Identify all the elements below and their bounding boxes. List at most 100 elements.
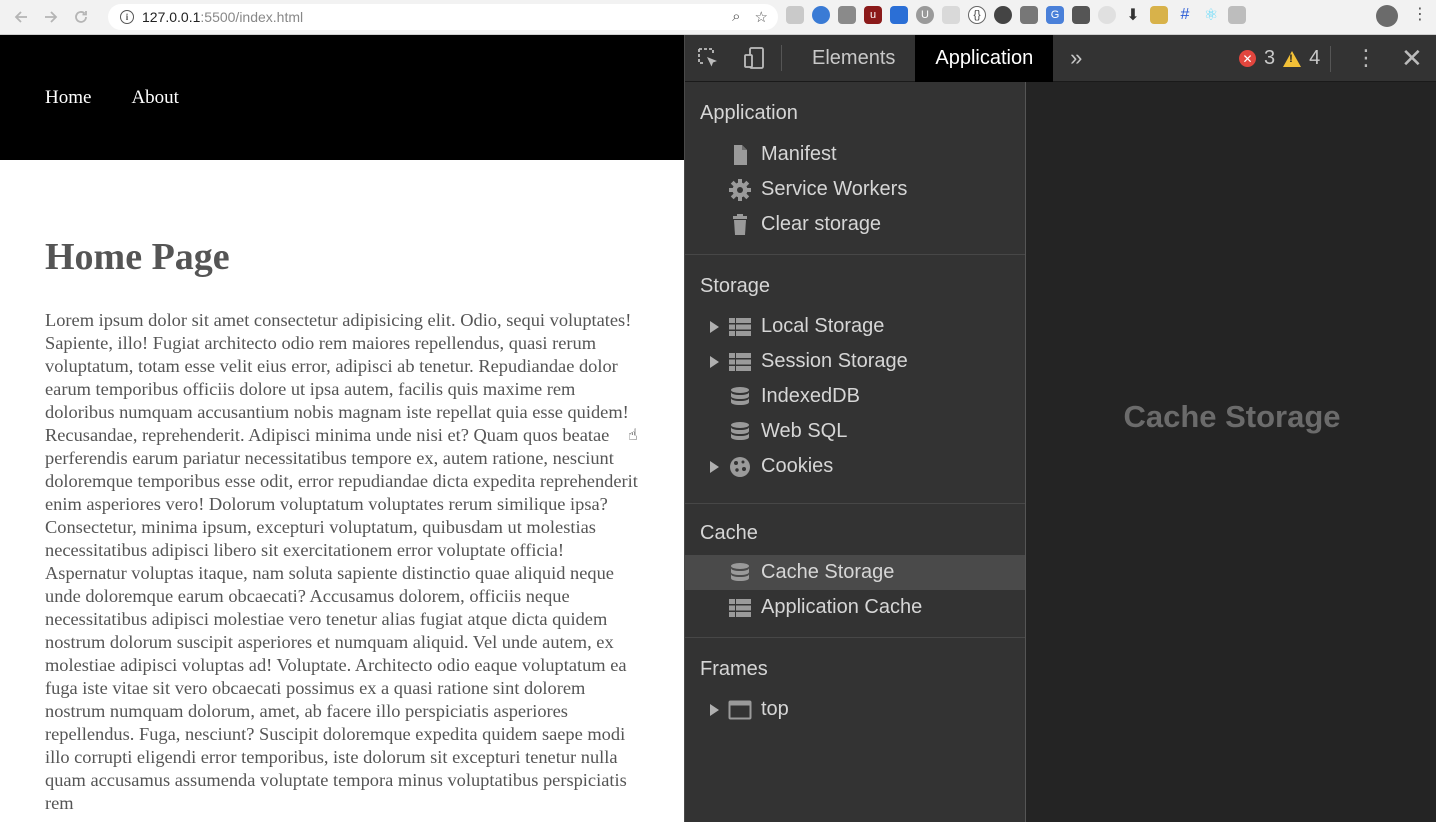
expand-triangle-icon[interactable] <box>710 320 719 333</box>
sidebar-item-label: Session Storage <box>761 350 908 372</box>
download-icon[interactable]: ⬇ <box>1124 6 1142 24</box>
arrow-right-icon <box>45 11 58 23</box>
application-sidebar: Application Manifest Service Workers Cle… <box>685 82 1026 822</box>
eyedropper-icon[interactable] <box>890 6 908 24</box>
sidebar-item-label: IndexedDB <box>761 385 860 407</box>
toolbar-divider <box>781 45 782 71</box>
console-counts[interactable]: ✕ 3 ! 4 <box>1239 35 1320 82</box>
refresh-extension-icon[interactable] <box>994 6 1012 24</box>
devtools-menu-icon[interactable]: ⋮ <box>1355 45 1377 71</box>
url-path: :5500/index.html <box>200 9 304 25</box>
database-icon <box>728 420 752 444</box>
frame-extension-icon[interactable]: # <box>1176 6 1194 24</box>
tab-elements[interactable]: Elements <box>792 35 915 82</box>
ublock-icon[interactable]: u <box>864 6 882 24</box>
expand-triangle-icon[interactable] <box>710 703 719 716</box>
section-header-storage: Storage <box>700 274 771 297</box>
grid-icon <box>728 315 752 339</box>
database-icon <box>728 561 752 585</box>
sidebar-item-cookies[interactable]: Cookies <box>685 449 1025 484</box>
shield-extension-icon[interactable] <box>1020 6 1038 24</box>
sidebar-item-web-sql[interactable]: Web SQL <box>685 414 1025 449</box>
close-icon[interactable]: ✕ <box>1401 43 1423 74</box>
inbox-extension-icon[interactable] <box>1150 6 1168 24</box>
extensions-bar: u U {} G ⬇ # ⚛ <box>786 6 1246 24</box>
sidebar-item-label: Manifest <box>761 143 837 165</box>
sidebar-item-label: Web SQL <box>761 420 848 442</box>
sidebar-item-frame-top[interactable]: top <box>685 692 1025 727</box>
back-button[interactable] <box>10 6 32 28</box>
sidebar-item-label: Service Workers <box>761 178 908 200</box>
sidebar-item-session-storage[interactable]: Session Storage <box>685 344 1025 379</box>
browser-toolbar: i 127.0.0.1:5500/index.html ⌕ ☆ u U {} G… <box>0 0 1436 35</box>
sidebar-item-label: Cache Storage <box>761 561 895 583</box>
site-navbar: Home About <box>0 35 684 160</box>
sidebar-item-label: Local Storage <box>761 315 885 337</box>
star-icon[interactable]: ☆ <box>755 8 768 26</box>
forward-button[interactable] <box>40 6 62 28</box>
toolbar-divider-right <box>1330 46 1331 72</box>
profile-avatar[interactable] <box>1376 5 1398 27</box>
more-tabs-chevron-icon[interactable]: » <box>1053 35 1099 82</box>
sidebar-item-label: Application Cache <box>761 596 923 618</box>
browser-menu-icon[interactable]: ⋮ <box>1412 7 1428 23</box>
reload-icon <box>75 11 87 23</box>
page-viewport: Home About Home Page Lorem ipsum dolor s… <box>0 35 684 822</box>
sidebar-item-label: top <box>761 698 789 720</box>
grid-extension-icon[interactable] <box>942 6 960 24</box>
inspect-element-button[interactable] <box>685 35 731 82</box>
sidebar-item-label: Cookies <box>761 455 834 477</box>
expand-triangle-icon[interactable] <box>710 355 719 368</box>
section-header-application: Application <box>700 101 798 124</box>
sidebar-item-manifest[interactable]: Manifest <box>685 137 1025 172</box>
sidebar-item-cache-storage[interactable]: Cache Storage <box>685 555 1025 590</box>
expand-triangle-icon[interactable] <box>710 460 719 473</box>
device-toolbar-button[interactable] <box>731 35 777 82</box>
inspect-cursor-icon <box>698 48 717 67</box>
download-helper-icon[interactable] <box>786 6 804 24</box>
section-header-frames: Frames <box>700 657 768 680</box>
warning-icon: ! <box>1283 50 1302 67</box>
devtools-toolbar: Elements Application » ✕ 3 ! 4 ⋮ ✕ <box>685 34 1436 82</box>
file-icon <box>728 143 752 167</box>
video-extension-icon[interactable] <box>1072 6 1090 24</box>
json-extension-icon[interactable]: {} <box>968 6 986 24</box>
info-icon[interactable]: i <box>120 10 134 24</box>
address-bar[interactable]: i 127.0.0.1:5500/index.html ⌕ ☆ <box>108 4 778 30</box>
url-host: 127.0.0.1 <box>142 9 201 25</box>
device-mode-icon <box>744 47 764 69</box>
color-picker-icon[interactable] <box>812 6 830 24</box>
devtools-panel: Elements Application » ✕ 3 ! 4 ⋮ ✕ Appli… <box>684 34 1436 822</box>
zoom-icon[interactable]: ⌕ <box>732 8 740 26</box>
error-icon: ✕ <box>1239 50 1256 67</box>
tab-application[interactable]: Application <box>915 34 1054 82</box>
cache-storage-view: Cache Storage <box>1027 82 1436 822</box>
database-icon <box>728 385 752 409</box>
cookie-icon <box>728 455 752 479</box>
nav-link-home[interactable]: Home <box>45 87 91 109</box>
page-title: Home Page <box>45 236 230 278</box>
frame-icon <box>728 698 752 722</box>
sidebar-item-application-cache[interactable]: Application Cache <box>685 590 1025 625</box>
sidebar-item-service-workers[interactable]: Service Workers <box>685 172 1025 207</box>
url-text: 127.0.0.1:5500/index.html <box>142 9 303 25</box>
translate-icon[interactable]: G <box>1046 6 1064 24</box>
camera-icon[interactable] <box>838 6 856 24</box>
nav-link-about[interactable]: About <box>131 87 179 109</box>
sidebar-item-clear-storage[interactable]: Clear storage <box>685 207 1025 242</box>
hand-cursor-icon: ☝ <box>628 427 638 444</box>
extension-u-icon[interactable]: U <box>916 6 934 24</box>
timer-extension-icon[interactable] <box>1098 6 1116 24</box>
react-devtools-icon[interactable]: ⚛ <box>1202 6 1220 24</box>
sidebar-item-local-storage[interactable]: Local Storage <box>685 309 1025 344</box>
gear-icon <box>728 178 752 202</box>
page-paragraph: Lorem ipsum dolor sit amet consectetur a… <box>45 310 638 813</box>
sidebar-item-label: Clear storage <box>761 213 882 235</box>
arrow-left-icon <box>14 11 27 23</box>
tree-extension-icon[interactable] <box>1228 6 1246 24</box>
reload-button[interactable] <box>70 6 92 28</box>
view-title: Cache Storage <box>1123 399 1341 434</box>
section-header-cache: Cache <box>700 521 758 544</box>
sidebar-item-indexeddb[interactable]: IndexedDB <box>685 379 1025 414</box>
grid-icon <box>728 350 752 374</box>
